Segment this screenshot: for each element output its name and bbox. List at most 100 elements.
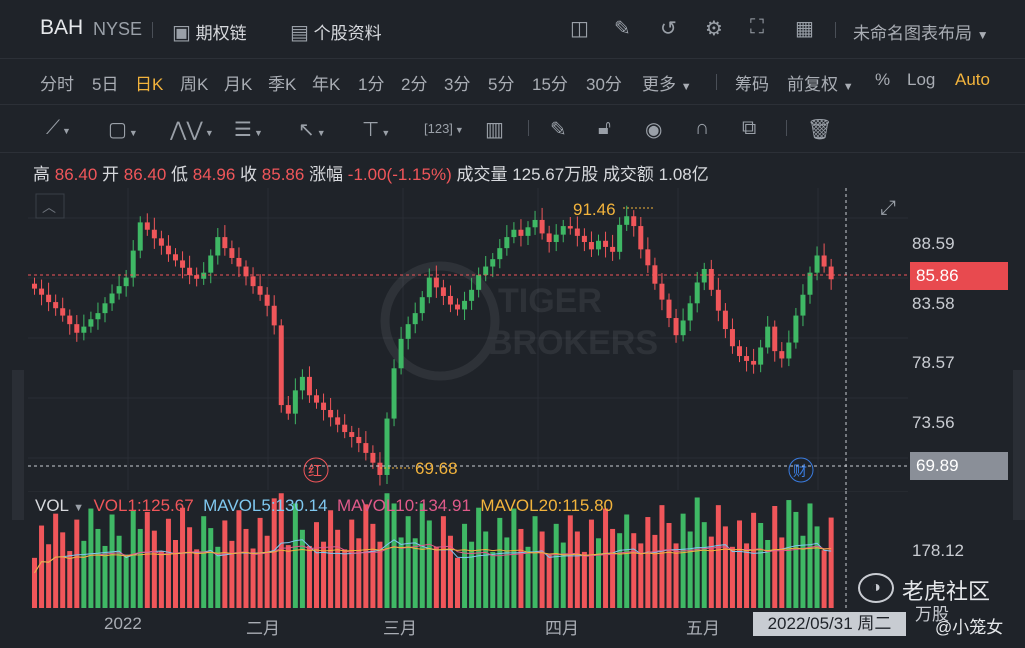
divider: [152, 22, 153, 38]
candle: [60, 308, 66, 316]
period-yearly[interactable]: 年K: [312, 70, 340, 95]
period-quarterly[interactable]: 季K: [268, 70, 296, 95]
period-2min[interactable]: 2分: [401, 70, 427, 95]
chips-button[interactable]: 筹码: [735, 70, 769, 95]
period-more[interactable]: 更多 ▼: [642, 70, 692, 95]
candle: [666, 299, 672, 319]
candle: [469, 289, 475, 301]
adjust-selector[interactable]: 前复权 ▼: [787, 70, 854, 95]
volume-bar: [772, 506, 778, 608]
volume-bar: [243, 528, 249, 608]
candle: [412, 313, 418, 325]
arrow-icon[interactable]: ↖ ▼: [298, 117, 326, 142]
period-30min[interactable]: 30分: [586, 70, 622, 95]
red-marker-label: 红: [308, 464, 322, 480]
measure-icon[interactable]: ⊤ ▼: [362, 117, 390, 142]
turnover-label: 成交额: [602, 165, 654, 184]
fibonacci-icon[interactable]: ☰ ▼: [234, 117, 263, 142]
candle: [462, 300, 468, 310]
bar-chart-icon[interactable]: ▥: [485, 117, 504, 142]
symbol[interactable]: BAH: [40, 16, 83, 40]
volume-bar: [624, 514, 630, 608]
period-15min[interactable]: 15分: [532, 70, 568, 95]
trendline-icon[interactable]: ⟋ ▼: [46, 117, 71, 140]
volume-bar: [173, 540, 178, 608]
volume-bar: [483, 531, 489, 608]
candle: [39, 288, 45, 295]
right-scroll-handle[interactable]: [1013, 370, 1025, 520]
trash-icon[interactable]: 🗑︎: [807, 117, 832, 142]
volume-bar: [321, 541, 327, 608]
volume-bar: [440, 516, 446, 608]
period-daily[interactable]: 日K: [135, 70, 163, 95]
candle: [560, 226, 566, 235]
watermark-line2: BROKERS: [488, 324, 658, 362]
volume-bar: [370, 523, 376, 608]
candle: [553, 234, 559, 243]
close-label: 收: [240, 165, 258, 184]
text-label-icon[interactable]: [123] ▼: [424, 121, 464, 136]
period-intraday[interactable]: 分时: [40, 70, 74, 95]
volume-bar: [567, 515, 573, 608]
volume-bar: [229, 540, 235, 608]
brand-user: @小笼女: [935, 618, 1004, 637]
candle: [314, 395, 319, 403]
candle: [363, 443, 369, 453]
volume-bar: [109, 514, 115, 608]
candle: [603, 240, 609, 247]
indicator-icon[interactable]: ◫: [570, 16, 589, 41]
pen-icon[interactable]: ✎: [550, 117, 567, 142]
volume-bar: [455, 557, 460, 608]
volume-bar: [701, 522, 707, 608]
candlestick-chart[interactable]: TIGER BROKERS 91.46 69.68 红 财 ︿ ⤢: [28, 188, 908, 490]
volume-bar: [539, 531, 545, 608]
candle: [229, 248, 235, 258]
layout-selector[interactable]: 未命名图表布局 ▼: [853, 19, 989, 44]
clone-icon[interactable]: ⧉: [742, 117, 756, 140]
volume-bar: [744, 543, 750, 608]
volume-bar: [123, 554, 129, 608]
pattern-icon[interactable]: ⋀⋁ ▼: [170, 117, 214, 142]
profile-button[interactable]: ▤ 个股资料: [290, 19, 382, 45]
candle: [74, 324, 80, 333]
candle: [440, 287, 446, 296]
candle: [335, 417, 341, 425]
candle: [737, 346, 742, 357]
rectangle-icon[interactable]: ▢ ▼: [108, 117, 138, 142]
eye-icon[interactable]: ◉: [645, 117, 662, 142]
candle: [504, 237, 510, 249]
candle: [201, 272, 207, 279]
gear-icon[interactable]: ⚙: [705, 16, 723, 41]
volume-bar: [116, 535, 122, 608]
log-toggle[interactable]: Log: [907, 70, 935, 90]
grid-layout-icon[interactable]: ▦: [795, 16, 814, 41]
fullscreen-icon[interactable]: ⛶: [750, 16, 764, 39]
option-chain-button[interactable]: ▣ 期权链: [172, 19, 247, 45]
volume-bar: [74, 519, 80, 608]
undo-icon[interactable]: ↺: [660, 16, 677, 41]
vol-label[interactable]: VOL: [35, 496, 68, 515]
left-scroll-handle[interactable]: [12, 370, 24, 520]
period-5day[interactable]: 5日: [92, 70, 118, 95]
lock-icon[interactable]: 🔓︎: [598, 117, 611, 140]
divider: [786, 120, 787, 136]
volume-bar: [158, 551, 164, 608]
magnet-icon[interactable]: ∩: [695, 117, 709, 140]
period-weekly[interactable]: 周K: [180, 70, 208, 95]
mavol10-value: MAVOL10:134.91: [337, 496, 471, 515]
period-monthly[interactable]: 月K: [224, 70, 252, 95]
high-annotation: 91.46: [573, 200, 616, 219]
period-1min[interactable]: 1分: [358, 70, 384, 95]
edit-icon[interactable]: ✎: [614, 16, 631, 41]
candle: [828, 266, 834, 280]
volume-axis-top: 178.12: [912, 541, 964, 560]
period-5min[interactable]: 5分: [488, 70, 514, 95]
candle: [53, 302, 59, 309]
auto-toggle[interactable]: Auto: [955, 70, 990, 90]
period-3min[interactable]: 3分: [444, 70, 470, 95]
percent-toggle[interactable]: %: [875, 70, 890, 90]
chevron-down-icon[interactable]: ▼: [73, 502, 84, 514]
volume-bar: [342, 549, 348, 608]
chart-icon: ▣: [172, 22, 191, 44]
cursor-price-tag: 69.89: [910, 452, 1008, 480]
